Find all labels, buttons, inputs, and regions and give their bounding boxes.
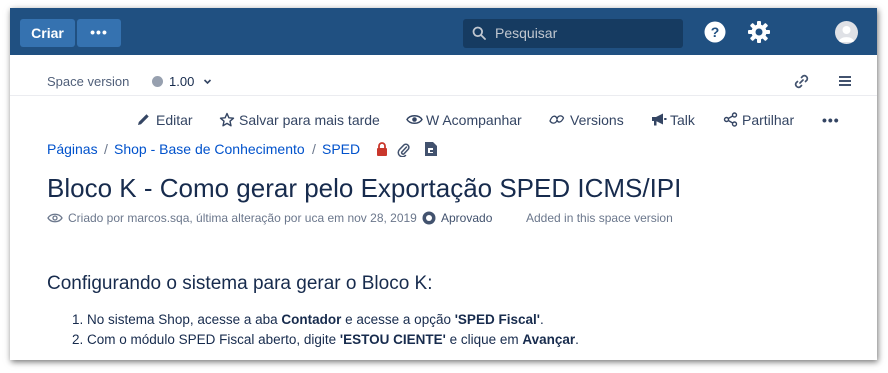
watch-label: W Acompanhar (426, 112, 522, 128)
list-item-text: No sistema Shop, acesse a aba (87, 312, 282, 327)
attachment-icon[interactable] (397, 142, 410, 157)
star-icon (219, 112, 235, 127)
version-status-dot (152, 76, 163, 87)
list-item-text: e acesse a opção (341, 312, 455, 327)
versions-label: Versions (570, 112, 624, 128)
versions-icon (549, 115, 565, 124)
approval-status[interactable]: Aprovado (441, 211, 492, 225)
lock-icon[interactable] (376, 142, 388, 157)
list-item-text: . (575, 332, 579, 347)
default-avatar-icon (838, 26, 855, 42)
breadcrumb-separator: / (312, 141, 316, 157)
hamburger-menu-icon[interactable] (838, 74, 852, 88)
top-navigation-bar: Criar ••• Pesquisar ? (10, 8, 877, 55)
chevron-down-icon[interactable] (203, 77, 212, 86)
space-version-bar: Space version 1.00 (10, 55, 877, 96)
list-item: 1. No sistema Shop, acesse a aba Contado… (72, 312, 544, 327)
pencil-icon (138, 114, 149, 125)
list-item-bold: 'ESTOU CIENTE' (339, 332, 446, 347)
list-item-number: 1. (72, 312, 84, 327)
list-item: 2. Com o módulo SPED Fiscal aberto, digi… (72, 332, 579, 347)
search-input[interactable]: Pesquisar (463, 19, 683, 48)
section-heading: Configurando o sistema para gerar o Bloc… (47, 273, 433, 294)
settings-gear-icon[interactable] (747, 20, 771, 44)
edit-label: Editar (156, 112, 193, 128)
help-icon[interactable]: ? (704, 21, 726, 43)
more-create-options-button[interactable]: ••• (77, 19, 121, 47)
list-item-number: 2. (72, 332, 84, 347)
space-version-selector[interactable]: 1.00 (169, 74, 194, 89)
talk-label: Talk (670, 112, 695, 128)
page-title: Bloco K - Como gerar pelo Exportação SPE… (47, 173, 682, 203)
space-version-note: Added in this space version (526, 211, 673, 225)
list-item-text: . (539, 312, 544, 327)
list-item-text: Com o módulo SPED Fiscal aberto, digite (87, 332, 340, 347)
page-byline[interactable]: Criado por marcos.sqa, última alteração … (68, 211, 417, 225)
breadcrumb-sped[interactable]: SPED (322, 141, 360, 157)
more-actions-icon: ••• (822, 112, 840, 128)
svg-text:?: ? (711, 24, 720, 40)
link-icon[interactable] (793, 73, 810, 90)
space-version-label: Space version (47, 74, 130, 89)
breadcrumb-separator: / (104, 141, 108, 157)
user-avatar[interactable] (835, 21, 858, 44)
create-button[interactable]: Criar (20, 19, 75, 47)
confluence-window: Criar ••• Pesquisar ? Space version 1.00… (10, 8, 877, 360)
breadcrumb-pages[interactable]: Páginas (47, 141, 98, 157)
page-tree-icon[interactable] (424, 141, 438, 157)
share-icon (723, 112, 738, 127)
breadcrumb-space[interactable]: Shop - Base de Conhecimento (114, 141, 305, 157)
search-placeholder: Pesquisar (495, 25, 558, 41)
list-item-text: e clique em (445, 332, 523, 347)
eye-icon (406, 115, 423, 124)
search-icon (472, 26, 486, 40)
share-label: Partilhar (742, 112, 795, 128)
approved-status-icon (422, 211, 436, 225)
list-item-bold: Contador (281, 312, 342, 327)
page-history-icon (47, 213, 63, 223)
list-item-bold: 'SPED Fiscal' (454, 312, 540, 327)
megaphone-icon (652, 113, 667, 126)
save-for-later-label: Salvar para mais tarde (239, 112, 380, 128)
list-item-bold: Avançar (522, 332, 576, 347)
